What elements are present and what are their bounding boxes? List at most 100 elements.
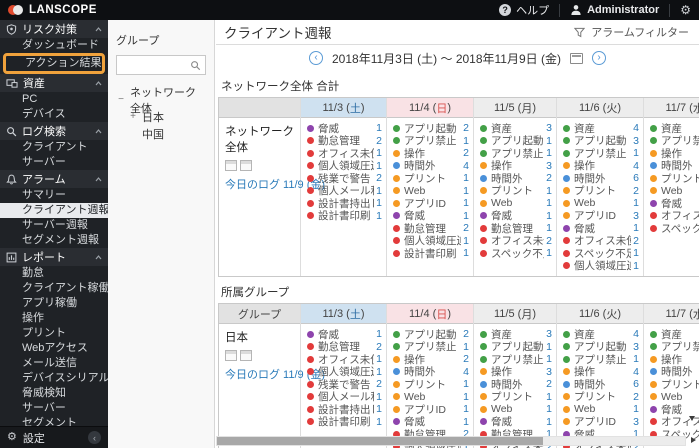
alarm-count[interactable]: 1 (546, 403, 552, 415)
alarm-count[interactable]: 2 (463, 222, 469, 234)
alarm-count[interactable]: 1 (633, 260, 639, 272)
alarm-count[interactable]: 4 (463, 366, 469, 378)
alarm-count[interactable]: 1 (633, 403, 639, 415)
alarm-count[interactable]: 1 (546, 353, 552, 365)
alarm-count[interactable]: 1 (633, 247, 639, 259)
alarm-count[interactable]: 2 (546, 172, 552, 184)
alarm-item[interactable]: プリント 1 (387, 378, 473, 391)
alarm-count[interactable]: 1 (546, 222, 552, 234)
sidebar-section-alarm[interactable]: アラーム (0, 170, 108, 188)
sidebar-section-risk-measures[interactable]: リスク対策 (0, 20, 108, 38)
alarm-count[interactable]: 1 (546, 391, 552, 403)
alarm-count[interactable]: 3 (546, 366, 552, 378)
alarm-count[interactable]: 2 (463, 353, 469, 365)
sidebar-item-summary[interactable]: サマリー (0, 188, 108, 203)
sidebar-item-log-client[interactable]: クライアント (0, 140, 108, 155)
alarm-count[interactable]: 2 (376, 378, 382, 390)
prev-week-button[interactable]: ‹ (309, 51, 323, 65)
alarm-count[interactable]: 2 (546, 235, 552, 247)
alarm-count[interactable]: 3 (633, 135, 639, 147)
alarm-count[interactable]: 1 (546, 416, 552, 428)
sidebar-item-client-activity[interactable]: クライアント稼働 (0, 281, 108, 296)
user-menu-button[interactable]: Administrator (570, 4, 659, 16)
alarm-count[interactable]: 4 (633, 328, 639, 340)
alarm-item[interactable]: プリント (644, 378, 699, 391)
sidebar-collapse-button[interactable]: ‹ (88, 431, 101, 444)
alarm-item[interactable]: 設計書印刷 1 (387, 247, 473, 260)
alarm-count[interactable]: 1 (376, 328, 382, 340)
user-mini-icon[interactable] (240, 160, 252, 171)
alarm-count[interactable]: 3 (546, 328, 552, 340)
alarm-count[interactable]: 1 (463, 210, 469, 222)
alarm-item[interactable]: プリント 2 (557, 185, 643, 197)
alarm-filter-button[interactable]: アラームフィルター (574, 24, 689, 40)
sidebar-item-log-server[interactable]: サーバー (0, 155, 108, 170)
alarm-count[interactable]: 1 (546, 135, 552, 147)
alarm-count[interactable]: 2 (633, 235, 639, 247)
horizontal-scrollbar[interactable] (216, 436, 686, 446)
alarm-item[interactable]: プリント 1 (474, 391, 556, 403)
alarm-count[interactable]: 1 (546, 341, 552, 353)
help-button[interactable]: ? ヘルプ (499, 2, 549, 18)
alarm-count[interactable]: 1 (546, 197, 552, 209)
alarm-count[interactable]: 1 (633, 353, 639, 365)
sidebar-item-device[interactable]: デバイス (0, 107, 108, 122)
alarm-item[interactable]: プリント 2 (557, 391, 643, 403)
alarm-count[interactable]: 1 (463, 197, 469, 209)
alarm-item[interactable]: 設計書印刷 1 (301, 416, 386, 428)
horizontal-scroll-right-icon[interactable] (691, 437, 696, 443)
calendar-mini-icon[interactable] (225, 160, 237, 171)
alarm-item[interactable]: プリント (644, 172, 699, 185)
sidebar-section-report[interactable]: レポート (0, 248, 108, 266)
sidebar-item-action-results[interactable]: アクション結果 (3, 53, 105, 74)
alarm-count[interactable]: 2 (463, 328, 469, 340)
tree-item-network-all[interactable]: − ネットワーク全体 (116, 87, 206, 115)
alarm-count[interactable]: 2 (376, 135, 382, 147)
alarm-count[interactable]: 1 (463, 172, 469, 184)
tree-item-china[interactable]: 中国 (116, 125, 206, 142)
alarm-count[interactable]: 1 (463, 378, 469, 390)
alarm-item[interactable]: 設計書印刷 1 (301, 210, 386, 222)
alarm-item[interactable]: プリント 1 (474, 185, 556, 197)
alarm-count[interactable]: 1 (633, 222, 639, 234)
alarm-count[interactable]: 3 (546, 122, 552, 134)
alarm-count[interactable]: 2 (633, 185, 639, 197)
vertical-scroll-down-icon[interactable] (689, 416, 695, 421)
alarm-count[interactable]: 3 (633, 210, 639, 222)
horizontal-scrollbar-thumb[interactable] (217, 437, 543, 445)
sidebar-item-device-serial[interactable]: デバイスシリアル (0, 371, 108, 386)
sidebar-item-pc[interactable]: PC (0, 92, 108, 107)
alarm-count[interactable]: 4 (633, 366, 639, 378)
alarm-count[interactable]: 4 (463, 160, 469, 172)
sidebar-item-client-weekly[interactable]: クライアント週報 (0, 203, 108, 218)
alarm-item[interactable]: 個人領域圧迫1 (557, 260, 643, 272)
alarm-count[interactable]: 1 (463, 416, 469, 428)
tree-expander-icon[interactable]: + (128, 111, 138, 122)
group-search-input[interactable] (121, 59, 190, 71)
alarm-count[interactable]: 1 (633, 147, 639, 159)
alarm-count[interactable]: 1 (546, 210, 552, 222)
alarm-count[interactable]: 1 (463, 185, 469, 197)
alarm-count[interactable]: 3 (546, 160, 552, 172)
tree-expander-icon[interactable]: − (116, 94, 126, 105)
alarm-count[interactable]: 2 (376, 172, 382, 184)
user-mini-icon[interactable] (240, 350, 252, 361)
alarm-count[interactable]: 1 (463, 235, 469, 247)
alarm-count[interactable]: 1 (376, 403, 382, 415)
sidebar-item-settings[interactable]: ⚙ 設定 ‹ (0, 426, 108, 448)
alarm-count[interactable]: 6 (633, 378, 639, 390)
alarm-count[interactable]: 1 (376, 391, 382, 403)
alarm-count[interactable]: 1 (546, 247, 552, 259)
alarm-count[interactable]: 1 (376, 160, 382, 172)
sidebar-item-server-weekly[interactable]: サーバー週報 (0, 218, 108, 233)
alarm-count[interactable]: 1 (376, 122, 382, 134)
alarm-count[interactable]: 1 (376, 416, 382, 428)
alarm-count[interactable]: 2 (376, 341, 382, 353)
alarm-count[interactable]: 1 (376, 185, 382, 197)
alarm-count[interactable]: 4 (633, 122, 639, 134)
alarm-count[interactable]: 6 (633, 172, 639, 184)
alarm-count[interactable]: 4 (633, 160, 639, 172)
sidebar-item-segment[interactable]: セグメント (0, 416, 108, 426)
alarm-count[interactable]: 1 (376, 197, 382, 209)
alarm-count[interactable]: 1 (463, 247, 469, 259)
